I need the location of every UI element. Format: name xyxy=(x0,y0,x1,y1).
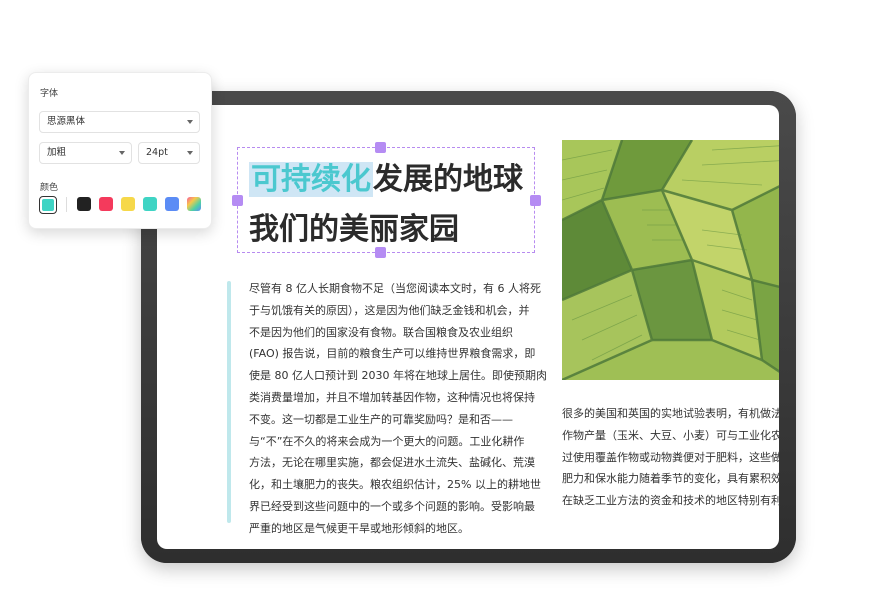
font-weight-select[interactable]: 加粗 xyxy=(39,142,132,164)
heading-line-2: 我们的美丽家园 xyxy=(249,212,459,247)
resize-handle-top[interactable] xyxy=(375,142,386,153)
text-line: 作物产量（玉米、大豆、小麦）可与工业化农场 xyxy=(562,428,779,442)
color-section-label: 颜色 xyxy=(40,183,59,193)
text-line: 肥力和保水能力随着季节的变化，具有累积效益 xyxy=(562,472,779,486)
swatch-divider xyxy=(66,197,67,212)
quote-accent-bar xyxy=(227,281,231,523)
heading-highlighted-text[interactable]: 可持续化 xyxy=(249,162,373,197)
text-line: 不是因为他们的国家没有食物。联合国粮食及农业组织 xyxy=(249,325,513,339)
font-family-value: 思源黑体 xyxy=(47,116,86,127)
body-text-left[interactable]: 尽管有 8 亿人长期食物不足（当您阅读本文时，有 6 人将死 于与饥饿有关的原因… xyxy=(249,278,547,540)
text-line: (FAO) 报告说，目前的粮食生产可以维持世界粮食需求，即 xyxy=(249,347,536,361)
farmland-illustration xyxy=(562,140,779,380)
document-heading[interactable]: 可持续化发展的地球 我们的美丽家园 xyxy=(249,155,549,255)
text-line: 于与饥饿有关的原因），这是因为他们缺乏金钱和机会，并 xyxy=(249,303,530,317)
color-swatch-black[interactable] xyxy=(77,197,91,211)
body-text-right[interactable]: 很多的美国和英国的实地试验表明，有机做法可 作物产量（玉米、大豆、小麦）可与工业… xyxy=(562,403,779,512)
current-color-swatch[interactable] xyxy=(39,196,57,214)
font-section-label: 字体 xyxy=(40,89,59,99)
font-family-select[interactable]: 思源黑体 xyxy=(39,111,200,133)
chevron-down-icon xyxy=(119,151,125,155)
text-line: 在缺乏工业方法的资金和技术的地区特别有利。 xyxy=(562,494,779,508)
color-swatch-blue[interactable] xyxy=(165,197,179,211)
resize-handle-left[interactable] xyxy=(232,195,243,206)
chevron-down-icon xyxy=(187,120,193,124)
color-swatch-teal[interactable] xyxy=(143,197,157,211)
heading-text-rest: 发展的地球 xyxy=(373,162,523,197)
color-swatch-red[interactable] xyxy=(99,197,113,211)
font-format-panel: 字体 思源黑体 加粗 24pt 颜色 xyxy=(28,72,212,229)
text-line: 尽管有 8 亿人长期食物不足（当您阅读本文时，有 6 人将死 xyxy=(249,282,541,295)
farmland-aerial-photo[interactable] xyxy=(562,140,779,380)
color-swatch-rainbow[interactable] xyxy=(187,197,201,211)
tablet-device: 可持续化发展的地球 我们的美丽家园 尽管有 8 亿人长期食物不足（当您阅读本文时… xyxy=(141,91,796,563)
chevron-down-icon xyxy=(187,151,193,155)
color-swatch-yellow[interactable] xyxy=(121,197,135,211)
text-line: 过使用覆盖作物或动物粪便对于肥料，这些做法 xyxy=(562,450,779,464)
text-line: 类消费量增加，并且不增加转基因作物，这种情况也将保持 xyxy=(249,390,535,404)
text-line: 很多的美国和英国的实地试验表明，有机做法可 xyxy=(562,407,779,420)
text-line: 使是 80 亿人口预计到 2030 年将在地球上居住。即使预期肉 xyxy=(249,369,547,383)
font-size-value: 24pt xyxy=(146,147,168,158)
text-line: 方法，无论在哪里实施，都会促进水土流失、盐碱化、荒漠 xyxy=(249,456,535,470)
font-size-select[interactable]: 24pt xyxy=(138,142,200,164)
text-line: 化，和土壤肥力的丧失。粮农组织估计，25% 以上的耕地世 xyxy=(249,478,541,492)
font-weight-value: 加粗 xyxy=(47,147,67,158)
text-line: 与“不”在不久的将来会成为一个更大的问题。工业化耕作 xyxy=(249,434,525,448)
text-line: 界已经受到这些问题中的一个或多个问题的影响。受影响最 xyxy=(249,499,535,513)
document-canvas[interactable]: 可持续化发展的地球 我们的美丽家园 尽管有 8 亿人长期食物不足（当您阅读本文时… xyxy=(157,105,779,549)
text-line: 严重的地区是气候更干旱或地形倾斜的地区。 xyxy=(249,521,469,535)
text-line: 不变。这一切都是工业生产的可靠奖励吗？是和否—— xyxy=(249,412,513,426)
